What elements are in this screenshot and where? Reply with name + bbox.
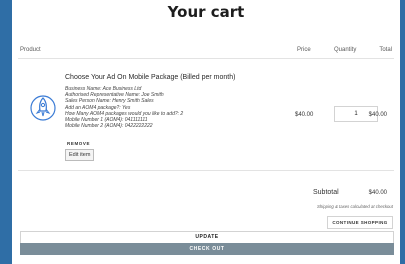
detail-line: Mobile Number 2 (AOM4): 0422222222	[65, 123, 153, 130]
cart-page: Your cart Product Price Quantity Total C…	[12, 0, 400, 264]
item-divider	[18, 170, 394, 171]
subtotal-label: Subtotal	[313, 189, 339, 196]
rocket-icon[interactable]	[30, 93, 56, 123]
header-quantity: Quantity	[334, 47, 357, 53]
product-name[interactable]: Choose Your Ad On Mobile Package (Billed…	[65, 74, 235, 81]
edit-item-button[interactable]: Edit item	[65, 149, 95, 161]
header-price: Price	[297, 47, 311, 53]
checkout-button[interactable]: CHECK OUT	[20, 243, 394, 255]
shipping-note: Shipping & taxes calculated at checkout	[317, 204, 393, 209]
item-price: $40.00	[295, 112, 314, 118]
header-divider	[18, 58, 394, 59]
continue-shopping-button[interactable]: CONTINUE SHOPPING	[327, 216, 393, 229]
product-details: Business Name: Ace Business Ltd Authoris…	[65, 86, 183, 129]
remove-link[interactable]: REMOVE	[67, 141, 90, 146]
subtotal-value: $40.00	[368, 190, 387, 196]
header-total: Total	[379, 47, 392, 53]
page-title: Your cart	[167, 3, 245, 21]
item-total: $40.00	[368, 112, 387, 118]
header-product: Product	[20, 47, 41, 53]
